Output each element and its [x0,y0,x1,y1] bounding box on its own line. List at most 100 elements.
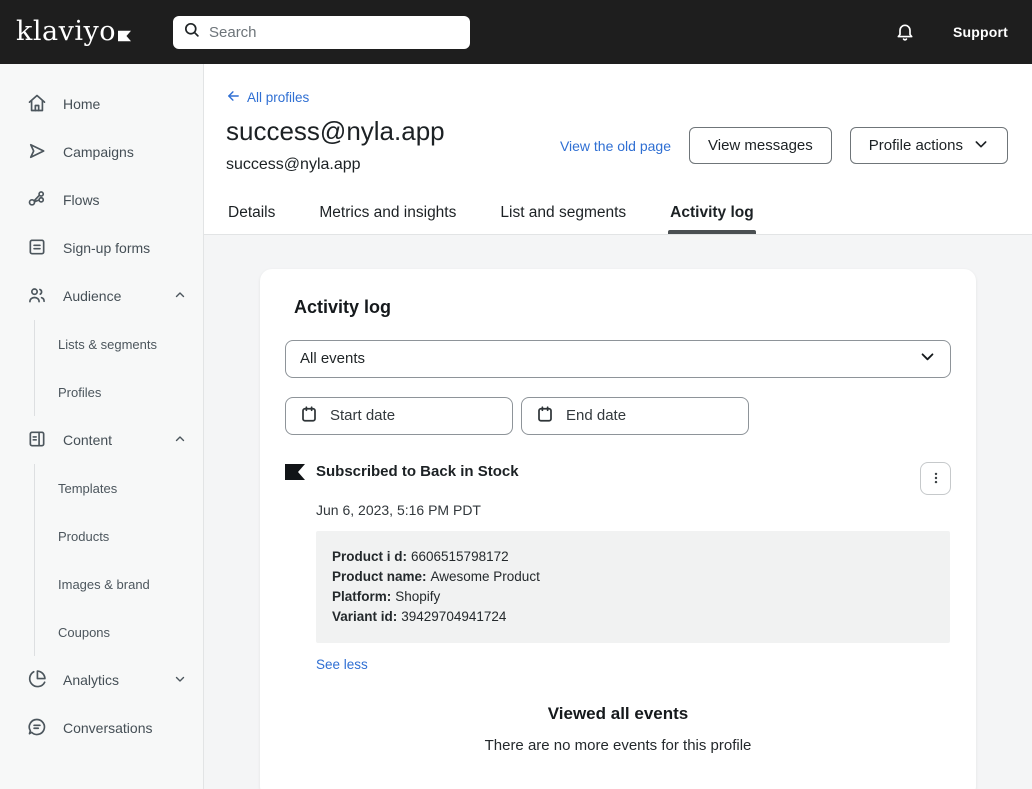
sidebar-item-products[interactable]: Products [35,512,203,560]
event-filter-value: All events [300,350,366,368]
sidebar-subitem-label: Products [58,528,110,544]
sidebar-item-signup-forms[interactable]: Sign-up forms [0,224,203,272]
notifications-bell-icon[interactable] [895,21,915,43]
event-detail-box: Product i d: 6606515798172 Product name: A… [316,530,950,643]
detail-label: Product i d: [332,548,407,564]
sidebar-item-label: Audience [63,288,122,304]
card-heading: Activity log [294,296,392,317]
detail-label: Product name: [332,568,427,584]
event-detail-line: Variant id: 39429704941724 [332,607,934,627]
tab-details[interactable]: Details [226,194,277,234]
sidebar-subitem-label: Images & brand [58,576,150,592]
end-message-subtitle: There are no more events for this profil… [484,736,752,754]
detail-label: Variant id: [332,608,398,624]
back-link-label: All profiles [247,90,310,105]
start-date-input[interactable]: Start date [285,396,513,435]
event-detail-line: Platform: Shopify [332,587,934,607]
content-sub-list: Templates Products Images & brand Coupon… [34,464,203,656]
sidebar-subitem-label: Templates [58,480,118,496]
content-area: Activity log All events Start date End d… [204,235,1032,789]
profile-tabs: Details Metrics and insights List and se… [226,194,1008,234]
sidebar-item-analytics[interactable]: Analytics [0,656,203,704]
start-date-placeholder: Start date [330,407,396,425]
logo-text: klaviyo [16,15,116,47]
page-title: success@nyla.app [226,116,445,146]
event-entry: Subscribed to Back in Stock Jun 6, 2023,… [285,461,951,674]
tab-metrics-insights[interactable]: Metrics and insights [317,194,458,234]
sidebar-item-home[interactable]: Home [0,80,203,128]
sidebar-nav: Home Campaigns Flows Sign-up forms Audie… [0,64,204,789]
event-filter-select[interactable]: All events [285,339,951,378]
content-icon [27,429,47,452]
klaviyo-flag-icon [118,18,131,49]
end-of-events-message: Viewed all events There are no more even… [285,704,951,754]
sidebar-item-conversations[interactable]: Conversations [0,704,203,752]
sidebar-item-label: Campaigns [63,144,134,160]
end-message-title: Viewed all events [547,703,689,723]
detail-label: Platform: [332,588,392,604]
sidebar-item-label: Conversations [63,720,153,736]
sidebar-subitem-label: Profiles [58,384,102,400]
sidebar-subitem-label: Coupons [58,624,111,640]
end-date-input[interactable]: End date [521,396,749,435]
sidebar-item-label: Home [63,96,101,112]
audience-sub-list: Lists & segments Profiles [34,320,203,416]
global-search[interactable] [173,15,470,49]
arrow-left-icon [226,89,241,106]
sidebar-item-label: Sign-up forms [63,240,151,256]
sidebar-item-lists-segments[interactable]: Lists & segments [35,320,203,368]
top-bar: klaviyo Support [0,0,1032,64]
detail-value: Shopify [395,588,441,604]
view-messages-label: View messages [708,137,813,154]
sidebar-item-coupons[interactable]: Coupons [35,608,203,656]
sidebar-item-flows[interactable]: Flows [0,176,203,224]
profile-header: All profiles success@nyla.app success@ny… [204,64,1032,235]
calendar-icon [536,405,554,427]
users-icon [27,285,47,308]
chevron-down-icon [919,348,936,369]
chevron-down-icon [973,136,989,156]
main-content: All profiles success@nyla.app success@ny… [204,64,1032,789]
event-options-kebab-button[interactable] [920,461,951,495]
sidebar-item-images-brand[interactable]: Images & brand [35,560,203,608]
profile-email: success@nyla.app [226,155,361,173]
klaviyo-event-flag-icon [285,463,305,485]
chevron-up-icon [173,288,187,305]
sidebar-item-label: Flows [63,192,100,208]
support-link[interactable]: Support [953,24,1008,40]
see-less-link[interactable]: See less [316,657,368,672]
event-detail-line: Product i d: 6606515798172 [332,547,934,567]
sidebar-item-label: Analytics [63,672,120,688]
detail-value: 6606515798172 [411,548,509,564]
tab-activity-log[interactable]: Activity log [668,194,756,234]
flows-icon [27,189,47,212]
back-to-all-profiles-link[interactable]: All profiles [226,89,309,106]
view-messages-button[interactable]: View messages [689,127,832,164]
event-detail-line: Product name: Awesome Product [332,567,934,587]
sidebar-item-profiles[interactable]: Profiles [35,368,203,416]
profile-actions-label: Profile actions [868,137,963,154]
sidebar-item-label: Content [63,432,113,448]
search-input[interactable] [209,23,460,41]
sidebar-item-content[interactable]: Content [0,416,203,464]
chevron-down-icon [173,672,187,689]
view-old-page-link[interactable]: View the old page [560,138,671,154]
sidebar-item-campaigns[interactable]: Campaigns [0,128,203,176]
sidebar-item-templates[interactable]: Templates [35,464,203,512]
event-title: Subscribed to Back in Stock [316,462,519,480]
send-icon [27,141,47,164]
event-timestamp: Jun 6, 2023, 5:16 PM PDT [316,501,481,518]
home-icon [27,93,47,116]
sidebar-item-audience[interactable]: Audience [0,272,203,320]
detail-value: Awesome Product [430,568,540,584]
chat-icon [27,717,47,740]
profile-actions-button[interactable]: Profile actions [849,127,1008,164]
tab-list-segments[interactable]: List and segments [498,194,628,234]
form-icon [27,237,47,260]
klaviyo-logo[interactable]: klaviyo [16,16,131,49]
chevron-up-icon [173,432,187,449]
pie-chart-icon [27,669,47,692]
calendar-icon [300,405,318,427]
sidebar-subitem-label: Lists & segments [58,336,157,352]
activity-log-card: Activity log All events Start date End d… [260,268,976,789]
